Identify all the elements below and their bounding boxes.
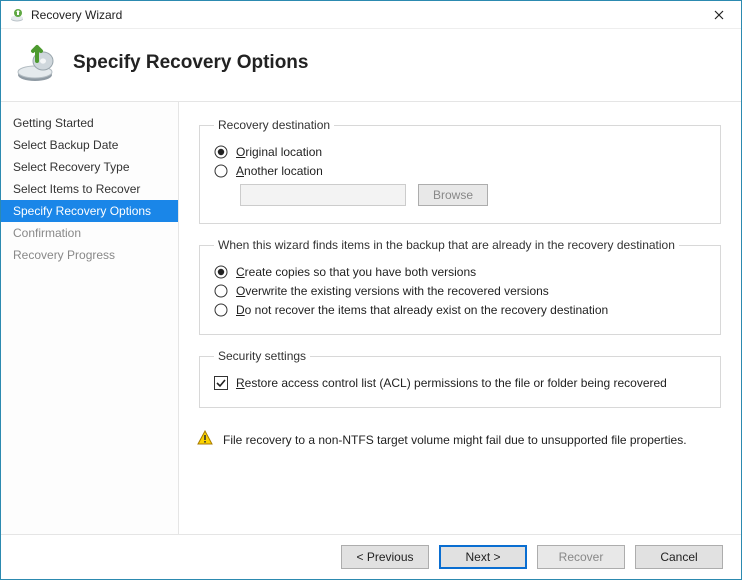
radio-icon [214, 145, 228, 159]
wizard-footer: < Previous Next > Recover Cancel [1, 534, 741, 579]
step-recovery-progress: Recovery Progress [1, 244, 178, 266]
conflict-group: When this wizard finds items in the back… [199, 238, 721, 335]
app-icon [9, 7, 25, 23]
radio-another-location[interactable]: Another location [214, 164, 706, 178]
security-legend: Security settings [214, 349, 310, 363]
content-area: Recovery destination Original location A… [179, 102, 741, 534]
radio-overwrite[interactable]: Overwrite the existing versions with the… [214, 284, 706, 298]
step-select-items[interactable]: Select Items to Recover [1, 178, 178, 200]
step-list: Getting Started Select Backup Date Selec… [1, 102, 179, 534]
radio-icon [214, 265, 228, 279]
step-select-backup-date[interactable]: Select Backup Date [1, 134, 178, 156]
step-select-recovery-type[interactable]: Select Recovery Type [1, 156, 178, 178]
conflict-legend: When this wizard finds items in the back… [214, 238, 679, 252]
browse-button: Browse [418, 184, 488, 206]
security-group: Security settings Restore access control… [199, 349, 721, 408]
radio-icon [214, 164, 228, 178]
location-path-input [240, 184, 406, 206]
recover-button: Recover [537, 545, 625, 569]
previous-button[interactable]: < Previous [341, 545, 429, 569]
window-title: Recovery Wizard [31, 8, 705, 22]
warning-icon [197, 430, 213, 449]
radio-icon [214, 303, 228, 317]
radio-overwrite-label: Overwrite the existing versions with the… [236, 284, 549, 298]
page-title: Specify Recovery Options [73, 52, 308, 74]
next-button[interactable]: Next > [439, 545, 527, 569]
step-specify-options[interactable]: Specify Recovery Options [1, 200, 178, 222]
wizard-body: Getting Started Select Backup Date Selec… [1, 101, 741, 534]
radio-original-location[interactable]: Original location [214, 145, 706, 159]
cancel-button[interactable]: Cancel [635, 545, 723, 569]
destination-group: Recovery destination Original location A… [199, 118, 721, 224]
recovery-icon [15, 41, 59, 85]
another-location-controls: Browse [240, 184, 706, 206]
radio-icon [214, 284, 228, 298]
destination-legend: Recovery destination [214, 118, 334, 132]
checkbox-icon [214, 376, 228, 390]
wizard-header: Specify Recovery Options [1, 29, 741, 101]
radio-another-label: Another location [236, 164, 323, 178]
radio-create-copies[interactable]: Create copies so that you have both vers… [214, 265, 706, 279]
radio-skip-label: Do not recover the items that already ex… [236, 303, 608, 317]
step-getting-started[interactable]: Getting Started [1, 112, 178, 134]
checkbox-restore-acl[interactable]: Restore access control list (ACL) permis… [214, 376, 706, 390]
radio-original-label: Original location [236, 145, 322, 159]
close-button[interactable] [705, 4, 733, 26]
checkbox-acl-label: Restore access control list (ACL) permis… [236, 376, 667, 390]
warning-text: File recovery to a non-NTFS target volum… [223, 433, 687, 447]
radio-copies-label: Create copies so that you have both vers… [236, 265, 476, 279]
step-confirmation: Confirmation [1, 222, 178, 244]
wizard-window: Recovery Wizard Specify Recovery Options… [0, 0, 742, 580]
titlebar: Recovery Wizard [1, 1, 741, 29]
radio-do-not-recover[interactable]: Do not recover the items that already ex… [214, 303, 706, 317]
ntfs-warning: File recovery to a non-NTFS target volum… [197, 430, 723, 449]
